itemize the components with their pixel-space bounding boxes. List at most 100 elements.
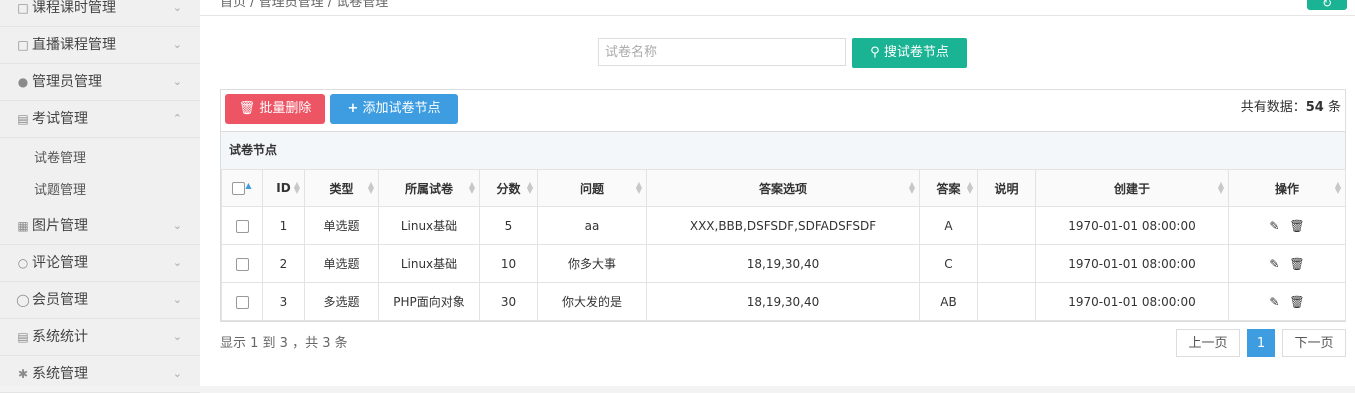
cell-options: XXX,BBB,DSFSDF,SDFADSFSDF [646,206,920,245]
sidebar-subitem-papers[interactable]: 试卷管理 [34,147,86,166]
sidebar-item-label: 课程课时管理 [32,0,116,16]
search-icon: ⚲ [870,45,880,60]
comment-icon: ○ [17,256,29,270]
cell-paper: PHP面向对象 [378,282,480,321]
search-button-label: 搜试卷节点 [883,45,949,60]
table-row: 2 单选题 Linux基础 10 你多大事 18,19,30,40 C 1970… [221,244,1346,283]
col-question[interactable]: 问题 ▲ ▼ [537,169,647,207]
sidebar-item-live-course[interactable]: □ 直播课程管理 ⌄ [0,27,200,64]
total-suffix: 条 [1323,100,1341,115]
col-paper-label: 所属试卷 [404,181,453,196]
table-caption-text: 试卷节点 [229,143,278,157]
cell-options: 18,19,30,40 [646,282,920,321]
select-all-checkbox[interactable] [232,182,246,195]
trash-icon[interactable]: 🗑 [1289,295,1304,309]
total-prefix: 共有数据： [1240,100,1306,115]
bag-icon: □ [17,1,29,15]
cell-id: 3 [262,282,305,321]
cell-note [977,244,1036,283]
prev-page-button[interactable]: 上一页 [1176,329,1240,357]
sort-icon: ▲ ▼ [468,180,475,195]
refresh-button[interactable]: ↻ [1307,0,1347,10]
sidebar-item-stats[interactable]: ▤ 系统统计 ⌄ [0,319,200,356]
row-select[interactable] [221,282,263,321]
main-content: ⚲ 搜试卷节点 🗑 批量删除 + 添加试卷节点 共有数据：54 条 试卷节点 [200,16,1355,386]
cell-question: aa [537,206,647,245]
sort-icon: ▲ ▼ [908,180,915,195]
edit-icon[interactable]: ✎ [1269,295,1279,309]
col-question-label: 问题 [579,181,604,196]
top-bar: 首页 / 管理员管理 / 试卷管理 [200,0,1355,16]
sort-icon: ▲ ▼ [526,180,533,195]
trash-icon[interactable]: 🗑 [1289,219,1304,233]
col-actions[interactable]: 操作 ▲ ▼ [1228,169,1346,207]
add-node-label: 添加试卷节点 [362,101,441,116]
total-count: 共有数据：54 条 [1241,96,1341,115]
chevron-down-icon: ⌄ [172,256,182,269]
sort-icon: ▲ ▼ [966,180,973,195]
sidebar-item-label: 会员管理 [32,292,88,308]
row-checkbox[interactable] [235,257,249,271]
cell-answer: AB [919,282,978,321]
col-paper[interactable]: 所属试卷 ▲ ▼ [378,169,480,207]
trash-icon[interactable]: 🗑 [1289,257,1304,271]
cell-score: 30 [479,282,538,321]
col-score[interactable]: 分数 ▲ ▼ [479,169,538,207]
chevron-down-icon: ⌄ [172,293,182,306]
cell-question: 你多大事 [537,244,647,283]
page-number-button[interactable]: 1 [1247,329,1275,357]
cell-id: 1 [262,206,305,245]
col-note[interactable]: 说明 [977,169,1036,207]
table-row: 1 单选题 Linux基础 5 aa XXX,BBB,DSFSDF,SDFADS… [221,206,1346,245]
sidebar-item-label: 系统统计 [32,329,88,345]
col-created[interactable]: 创建于 ▲ ▼ [1035,169,1229,207]
col-id[interactable]: ID ▲ ▼ [262,169,305,207]
plus-icon: + [347,101,359,116]
image-icon: ▦ [17,219,29,233]
sidebar-item-comments[interactable]: ○ 评论管理 ⌄ [0,245,200,282]
search-input[interactable] [598,38,846,66]
gear-icon: ✱ [17,367,29,381]
table-caption: 试卷节点 [221,131,1345,169]
cell-created: 1970-01-01 08:00:00 [1035,282,1229,321]
batch-delete-label: 批量删除 [259,101,312,116]
sort-icon: ▲ ▼ [367,180,374,195]
pagination-info: 显示 1 到 3 ，共 3 条 [220,336,348,351]
cell-note [977,282,1036,321]
col-score-label: 分数 [496,181,521,196]
cell-type: 多选题 [304,282,379,321]
user-icon: ● [17,75,29,89]
sidebar-item-system[interactable]: ✱ 系统管理 ⌄ [0,356,200,393]
col-type[interactable]: 类型 ▲ ▼ [304,169,379,207]
search-button[interactable]: ⚲ 搜试卷节点 [852,38,967,68]
chevron-down-icon: ⌄ [172,75,182,88]
trash-icon: 🗑 [238,101,256,116]
cell-question: 你大发的是 [537,282,647,321]
cell-created: 1970-01-01 08:00:00 [1035,206,1229,245]
col-options[interactable]: 答案选项 ▲ ▼ [646,169,920,207]
row-checkbox[interactable] [235,295,249,309]
col-answer[interactable]: 答案 ▲ ▼ [919,169,978,207]
row-select[interactable] [221,244,263,283]
sidebar-item-course[interactable]: □ 课程课时管理 ⌄ [0,0,200,27]
edit-icon[interactable]: ✎ [1269,219,1279,233]
edit-icon[interactable]: ✎ [1269,257,1279,271]
col-options-label: 答案选项 [758,181,807,196]
sort-icon: ▲ ▼ [1334,180,1341,195]
row-select[interactable] [221,206,263,245]
sort-icon: ▲ ▼ [635,180,642,195]
batch-delete-button[interactable]: 🗑 批量删除 [225,94,325,124]
breadcrumb: 首页 / 管理员管理 / 试卷管理 [220,0,389,10]
sidebar-item-admin[interactable]: ● 管理员管理 ⌄ [0,64,200,101]
sidebar-item-images[interactable]: ▦ 图片管理 ⌄ [0,208,200,245]
cell-type: 单选题 [304,206,379,245]
sidebar-item-exam[interactable]: ▤ 考试管理 ⌃ [0,101,200,138]
sidebar-subitem-questions[interactable]: 试题管理 [34,179,86,198]
sidebar-item-members[interactable]: ◯ 会员管理 ⌄ [0,282,200,319]
next-page-button[interactable]: 下一页 [1282,329,1346,357]
add-node-button[interactable]: + 添加试卷节点 [330,94,458,124]
row-checkbox[interactable] [235,219,249,233]
cell-actions: ✎ 🗑 [1228,206,1346,245]
col-answer-label: 答案 [936,181,961,196]
select-all-header[interactable]: ▲ [221,169,263,207]
